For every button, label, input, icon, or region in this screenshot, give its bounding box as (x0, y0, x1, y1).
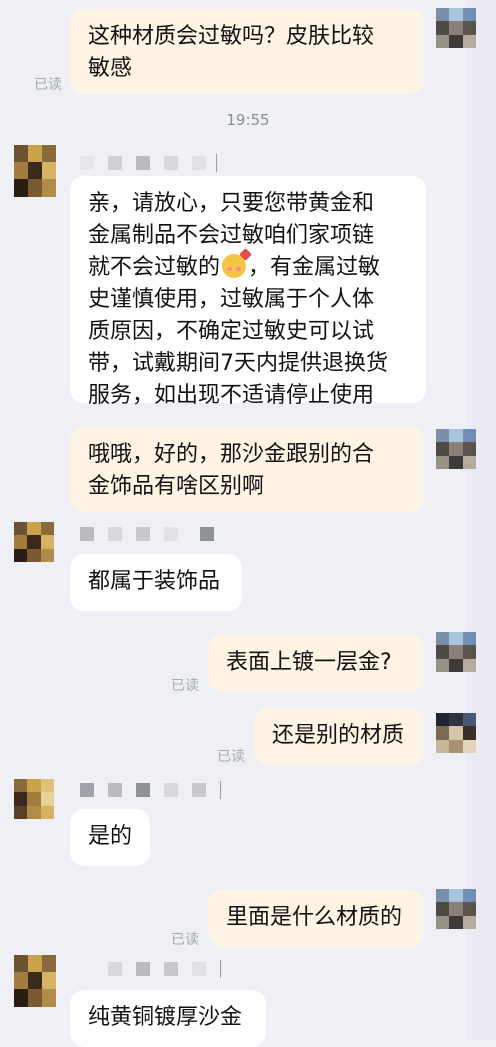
read-receipt: 已读 (34, 77, 62, 93)
read-receipt: 已读 (171, 932, 199, 948)
contact-avatar[interactable] (14, 145, 56, 197)
my-avatar[interactable] (436, 889, 476, 929)
message-bubble-incoming[interactable]: 亲，请放心，只要您带黄金和 金属制品不会过敏咱们家项链 就不会过敏的 ，有金属过敏… (70, 176, 426, 408)
scroll-edge (466, 0, 496, 1039)
contact-nickname-redacted (80, 958, 225, 980)
message-bubble-incoming[interactable]: 纯黄铜镀厚沙金 (70, 990, 266, 1047)
my-avatar[interactable] (436, 713, 476, 753)
chat-window: 这种材质会过敏吗？皮肤比较 敏感 已读 19:55 亲，请放心，只要您带黄金和 … (0, 0, 496, 1047)
message-timestamp: 19:55 (226, 111, 270, 129)
read-receipt: 已读 (171, 678, 199, 694)
contact-nickname-redacted (80, 779, 225, 801)
message-bubble-incoming[interactable]: 是的 (70, 809, 150, 866)
contact-nickname-redacted (80, 152, 220, 174)
message-bubble-outgoing[interactable]: 里面是什么材质的 (208, 890, 424, 947)
message-bubble-outgoing[interactable]: 哦哦，好的，那沙金跟别的合 金饰品有啥区别啊 (70, 427, 424, 512)
message-bubble-outgoing[interactable]: 表面上镀一层金? (208, 635, 424, 692)
contact-nickname-redacted (80, 523, 220, 545)
message-bubble-outgoing[interactable]: 这种材质会过敏吗？皮肤比较 敏感 (70, 9, 424, 94)
contact-avatar[interactable] (14, 522, 54, 562)
my-avatar[interactable] (436, 632, 476, 672)
contact-avatar[interactable] (14, 955, 56, 1007)
blushing-face-with-heart-emoji-icon (222, 248, 252, 278)
my-avatar[interactable] (436, 429, 476, 469)
contact-avatar[interactable] (14, 779, 54, 819)
my-avatar[interactable] (436, 8, 476, 48)
message-bubble-incoming[interactable]: 都属于装饰品 (70, 554, 242, 611)
read-receipt: 已读 (217, 749, 245, 765)
message-bubble-outgoing[interactable]: 还是别的材质 (254, 708, 424, 765)
